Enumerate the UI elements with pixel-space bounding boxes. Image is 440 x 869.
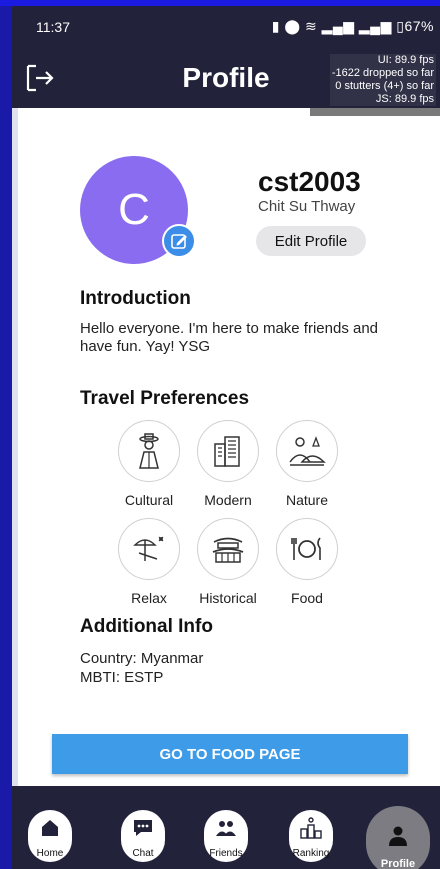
pref-nature[interactable]: Nature xyxy=(262,420,352,508)
nav-home-label: Home xyxy=(36,848,64,859)
food-plate-icon xyxy=(276,518,338,580)
perf-dropped: -1622 dropped so far xyxy=(331,67,434,79)
nav-chat[interactable]: Chat xyxy=(121,810,165,862)
edit-avatar-button[interactable] xyxy=(162,224,196,258)
go-to-food-page-button[interactable]: GO TO FOOD PAGE xyxy=(52,734,408,774)
perf-ui-fps: UI: 89.9 fps xyxy=(377,54,434,66)
phone-screen: 11:37 ▮ ⬤ ≋ ▂▄▆ ▂▄▆ ▯67% Profile UI: 89.… xyxy=(12,6,440,869)
edit-profile-button[interactable]: Edit Profile xyxy=(256,226,366,256)
ranking-icon xyxy=(300,817,322,839)
app-header: Profile UI: 89.9 fps -1622 dropped so fa… xyxy=(12,48,440,108)
vibrate-icon: ▮ xyxy=(271,18,280,34)
perf-bar xyxy=(310,108,440,116)
chat-icon xyxy=(134,820,152,836)
nav-profile-label: Profile xyxy=(380,858,416,869)
pref-relax[interactable]: Relax xyxy=(104,518,194,606)
perf-monitor: UI: 89.9 fps -1622 dropped so far 0 stut… xyxy=(329,54,436,106)
pref-label: Modern xyxy=(204,492,252,508)
nav-friends-label: Friends xyxy=(209,848,243,859)
travel-preferences-title: Travel Preferences xyxy=(80,388,250,409)
pref-modern[interactable]: Modern xyxy=(183,420,273,508)
historical-temple-icon xyxy=(197,518,259,580)
signal-icon: ▂▄▆ xyxy=(321,18,355,34)
pref-cultural[interactable]: Cultural xyxy=(104,420,194,508)
nav-friends[interactable]: Friends xyxy=(204,810,248,862)
cultural-person-icon xyxy=(118,420,180,482)
pref-label: Food xyxy=(291,590,323,606)
bottom-navigation: Home Chat Friends Ranking Profile xyxy=(12,786,440,869)
introduction-text: Hello everyone. I'm here to make friends… xyxy=(80,320,379,355)
pref-label: Historical xyxy=(199,590,257,606)
pref-label: Nature xyxy=(285,492,329,508)
nav-chat-label: Chat xyxy=(132,848,154,859)
pref-food[interactable]: Food xyxy=(262,518,352,606)
nature-landscape-icon xyxy=(276,420,338,482)
mbti-info: MBTI: ESTP xyxy=(80,669,164,686)
left-edge-strip xyxy=(12,108,18,786)
nav-home[interactable]: Home xyxy=(28,810,72,862)
pref-historical[interactable]: Historical xyxy=(183,518,273,606)
full-name: Chit Su Thway xyxy=(258,198,356,215)
status-bar: 11:37 ▮ ⬤ ≋ ▂▄▆ ▂▄▆ ▯67% xyxy=(12,6,440,48)
perf-js-fps: JS: 89.9 fps xyxy=(375,93,434,105)
profile-icon xyxy=(389,826,407,846)
battery-level: 67% xyxy=(404,18,434,34)
signal-icon-2: ▂▄▆ xyxy=(358,18,392,34)
home-icon xyxy=(42,820,58,836)
perf-stutters: 0 stutters (4+) so far xyxy=(335,80,434,92)
nav-ranking-label: Ranking xyxy=(292,848,330,859)
friends-icon xyxy=(216,821,236,836)
nav-profile[interactable]: Profile xyxy=(366,806,430,869)
location-icon: ⬤ xyxy=(284,18,301,34)
nav-ranking[interactable]: Ranking xyxy=(289,810,333,862)
pref-label: Cultural xyxy=(124,492,174,508)
status-time: 11:37 xyxy=(36,19,70,35)
edit-pencil-icon xyxy=(171,234,187,249)
country-info: Country: Myanmar xyxy=(80,650,204,667)
modern-building-icon xyxy=(197,420,259,482)
username: cst2003 xyxy=(258,166,361,197)
status-indicators: ▮ ⬤ ≋ ▂▄▆ ▂▄▆ ▯67% xyxy=(272,18,434,35)
pref-label: Relax xyxy=(131,590,167,606)
additional-info-title: Additional Info xyxy=(80,616,213,637)
introduction-title: Introduction xyxy=(80,288,191,309)
wifi-icon: ≋ xyxy=(304,18,318,34)
relax-beach-icon xyxy=(118,518,180,580)
